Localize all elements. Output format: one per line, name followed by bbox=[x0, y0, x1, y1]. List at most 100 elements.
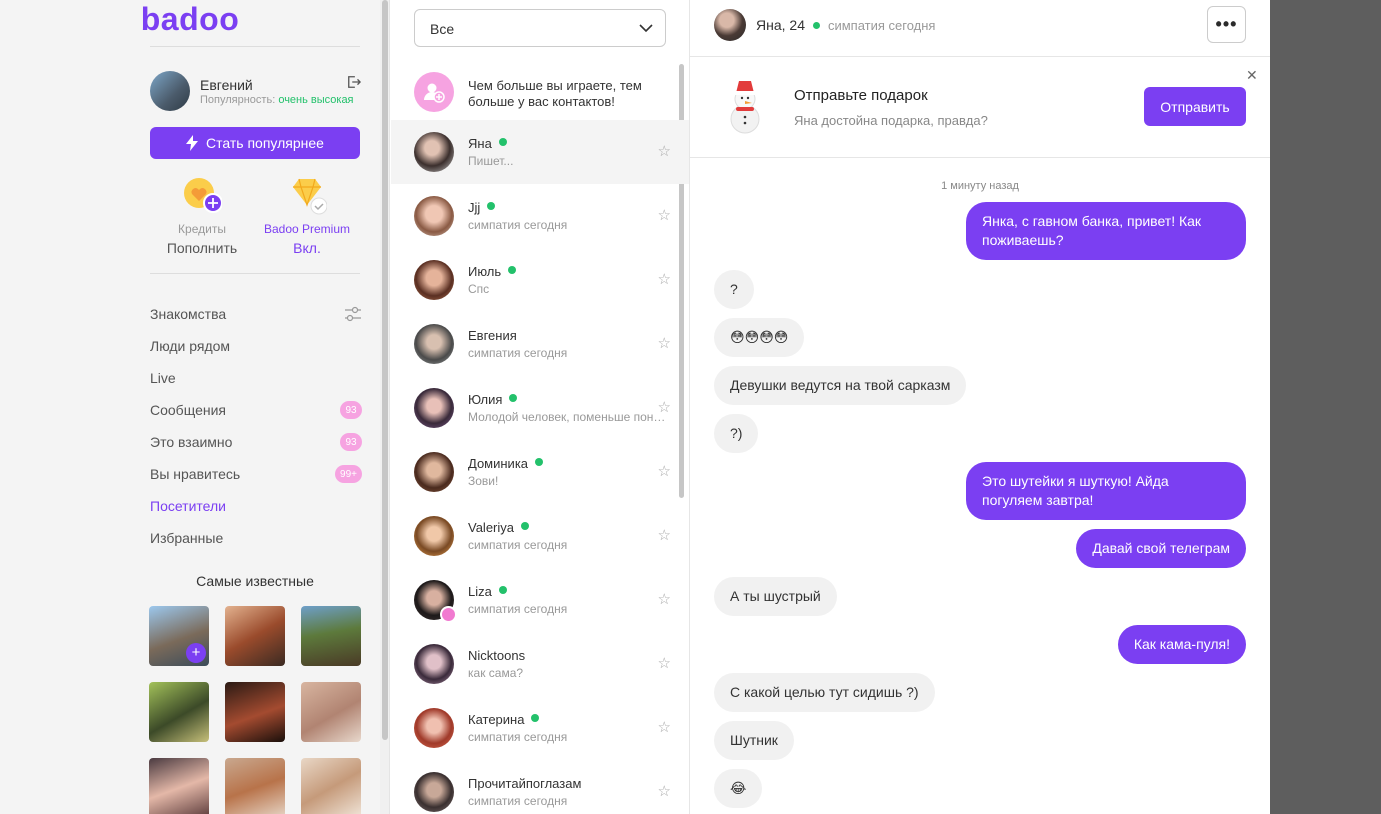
filter-value: Все bbox=[430, 21, 455, 37]
message-incoming: Девушки ведутся на твой сарказм bbox=[714, 366, 967, 405]
premium-label: Badoo Premium bbox=[263, 222, 351, 236]
filters-icon[interactable] bbox=[344, 305, 362, 323]
message-incoming: 😂 bbox=[714, 769, 763, 808]
conversation-item[interactable]: Nicktoons как сама? ☆ bbox=[391, 632, 689, 696]
famous-photo[interactable] bbox=[301, 606, 361, 666]
conversation-item[interactable]: Jjj симпатия сегодня ☆ bbox=[391, 184, 689, 248]
contact-avatar bbox=[414, 324, 454, 364]
premium-status[interactable]: Вкл. bbox=[252, 240, 362, 256]
logout-icon[interactable] bbox=[347, 75, 361, 89]
divider bbox=[150, 273, 360, 274]
famous-photo[interactable] bbox=[225, 682, 285, 742]
contact-status: Зови! bbox=[468, 474, 499, 488]
add-contact-icon bbox=[414, 72, 454, 112]
contact-avatar bbox=[414, 388, 454, 428]
star-icon[interactable]: ☆ bbox=[658, 270, 671, 288]
star-icon[interactable]: ☆ bbox=[658, 782, 671, 800]
famous-photo[interactable] bbox=[149, 682, 209, 742]
nav-label: Это взаимно bbox=[150, 434, 233, 450]
premium-diamond-icon bbox=[287, 175, 328, 215]
famous-photo[interactable] bbox=[225, 606, 285, 666]
sidebar-scrollbar[interactable] bbox=[380, 0, 390, 814]
nav-label: Люди рядом bbox=[150, 338, 231, 354]
credits-widget[interactable]: Кредиты Пополнить bbox=[147, 175, 257, 256]
user-profile[interactable]: Евгений Популярность: очень высокая bbox=[150, 71, 365, 111]
message-incoming: ? bbox=[714, 270, 754, 309]
contact-status: симпатия сегодня bbox=[468, 794, 568, 808]
star-icon[interactable]: ☆ bbox=[658, 718, 671, 736]
online-indicator bbox=[498, 137, 507, 146]
lightning-icon bbox=[186, 135, 199, 151]
famous-photo[interactable]: + bbox=[149, 606, 209, 666]
credits-topup-link[interactable]: Пополнить bbox=[147, 240, 257, 256]
credits-label: Кредиты bbox=[178, 222, 226, 236]
contact-avatar bbox=[414, 132, 454, 172]
message-outgoing: Давай свой телеграм bbox=[1076, 529, 1246, 568]
conversation-item[interactable]: Юлия Молодой человек, поменьше понтов ☆ bbox=[391, 376, 689, 440]
star-icon[interactable]: ☆ bbox=[658, 526, 671, 544]
contact-avatar bbox=[414, 196, 454, 236]
become-popular-button[interactable]: Стать популярнее bbox=[150, 127, 360, 159]
conversation-item[interactable]: Прочитайпоглазам симпатия сегодня ☆ bbox=[391, 760, 689, 814]
famous-photo[interactable] bbox=[301, 682, 361, 742]
conversation-item[interactable]: Яна Пишет... ☆ bbox=[391, 120, 689, 184]
online-indicator bbox=[508, 265, 517, 274]
online-indicator bbox=[812, 21, 820, 29]
add-photo-icon[interactable]: + bbox=[186, 643, 206, 663]
famous-photo[interactable] bbox=[301, 758, 361, 814]
star-icon[interactable]: ☆ bbox=[658, 398, 671, 416]
famous-title: Самые известные bbox=[196, 573, 314, 589]
conversation-item[interactable]: Евгения симпатия сегодня ☆ bbox=[391, 312, 689, 376]
star-icon[interactable]: ☆ bbox=[658, 142, 671, 160]
filter-select[interactable]: Все bbox=[414, 9, 666, 47]
contact-avatar bbox=[414, 644, 454, 684]
nav-item-favorites[interactable]: Избранные bbox=[150, 522, 362, 554]
promo-banner[interactable]: Чем больше вы играете, тем больше у вас … bbox=[414, 72, 674, 114]
online-indicator bbox=[509, 393, 518, 402]
nav-item-encounters[interactable]: Знакомства bbox=[150, 298, 362, 330]
chevron-down-icon bbox=[639, 24, 653, 33]
contact-name: Nicktoons bbox=[468, 648, 526, 663]
contact-name: Евгения bbox=[468, 328, 517, 343]
star-icon[interactable]: ☆ bbox=[658, 334, 671, 352]
nav-label: Сообщения bbox=[150, 402, 226, 418]
nav-item-people-nearby[interactable]: Люди рядом bbox=[150, 330, 362, 362]
conversation-item[interactable]: Доминика Зови! ☆ bbox=[391, 440, 689, 504]
conversation-item[interactable]: Июль Спс ☆ bbox=[391, 248, 689, 312]
famous-photo[interactable] bbox=[225, 758, 285, 814]
online-indicator bbox=[535, 457, 544, 466]
star-icon[interactable]: ☆ bbox=[658, 654, 671, 672]
online-indicator bbox=[487, 201, 496, 210]
nav-item-visitors[interactable]: Посетители bbox=[150, 490, 362, 522]
famous-photo[interactable] bbox=[149, 758, 209, 814]
conversation-item[interactable]: Valeriya симпатия сегодня ☆ bbox=[391, 504, 689, 568]
nav-item-liked-you[interactable]: Вы нравитесь 99+ bbox=[150, 458, 362, 490]
conversation-list: Все Чем больше вы играете, тем больше у … bbox=[391, 0, 690, 814]
star-icon[interactable]: ☆ bbox=[658, 206, 671, 224]
star-icon[interactable]: ☆ bbox=[658, 462, 671, 480]
premium-widget[interactable]: Badoo Premium Вкл. bbox=[252, 175, 362, 256]
right-backdrop bbox=[1270, 0, 1381, 814]
nav-label: Live bbox=[150, 370, 176, 386]
famous-grid: + bbox=[149, 606, 363, 814]
nav-item-mutual[interactable]: Это взаимно 93 bbox=[150, 426, 362, 458]
contact-avatar bbox=[414, 452, 454, 492]
nav-item-live[interactable]: Live bbox=[150, 362, 362, 394]
badoo-logo[interactable]: badoo bbox=[0, 0, 380, 40]
message-incoming: ?) bbox=[714, 414, 759, 453]
send-gift-button[interactable]: Отправить bbox=[1144, 87, 1246, 126]
contact-name: Катерина bbox=[468, 712, 525, 727]
more-options-button[interactable]: ••• bbox=[1207, 6, 1246, 43]
chat-contact-name[interactable]: Яна, 24 bbox=[756, 17, 805, 33]
chat-contact-avatar[interactable] bbox=[714, 9, 746, 41]
popularity-value: очень высокая bbox=[278, 94, 354, 106]
user-avatar[interactable] bbox=[150, 71, 190, 111]
main-nav: Знакомства Люди рядом Live Сообщения 93 Э… bbox=[150, 298, 362, 554]
close-icon[interactable]: ✕ bbox=[1246, 67, 1258, 84]
conversation-item[interactable]: Liza симпатия сегодня ☆ bbox=[391, 568, 689, 632]
scrollbar-thumb[interactable] bbox=[382, 0, 388, 740]
star-icon[interactable]: ☆ bbox=[658, 590, 671, 608]
nav-item-messages[interactable]: Сообщения 93 bbox=[150, 394, 362, 426]
conversation-item[interactable]: Катерина симпатия сегодня ☆ bbox=[391, 696, 689, 760]
nav-label: Посетители bbox=[150, 498, 226, 514]
